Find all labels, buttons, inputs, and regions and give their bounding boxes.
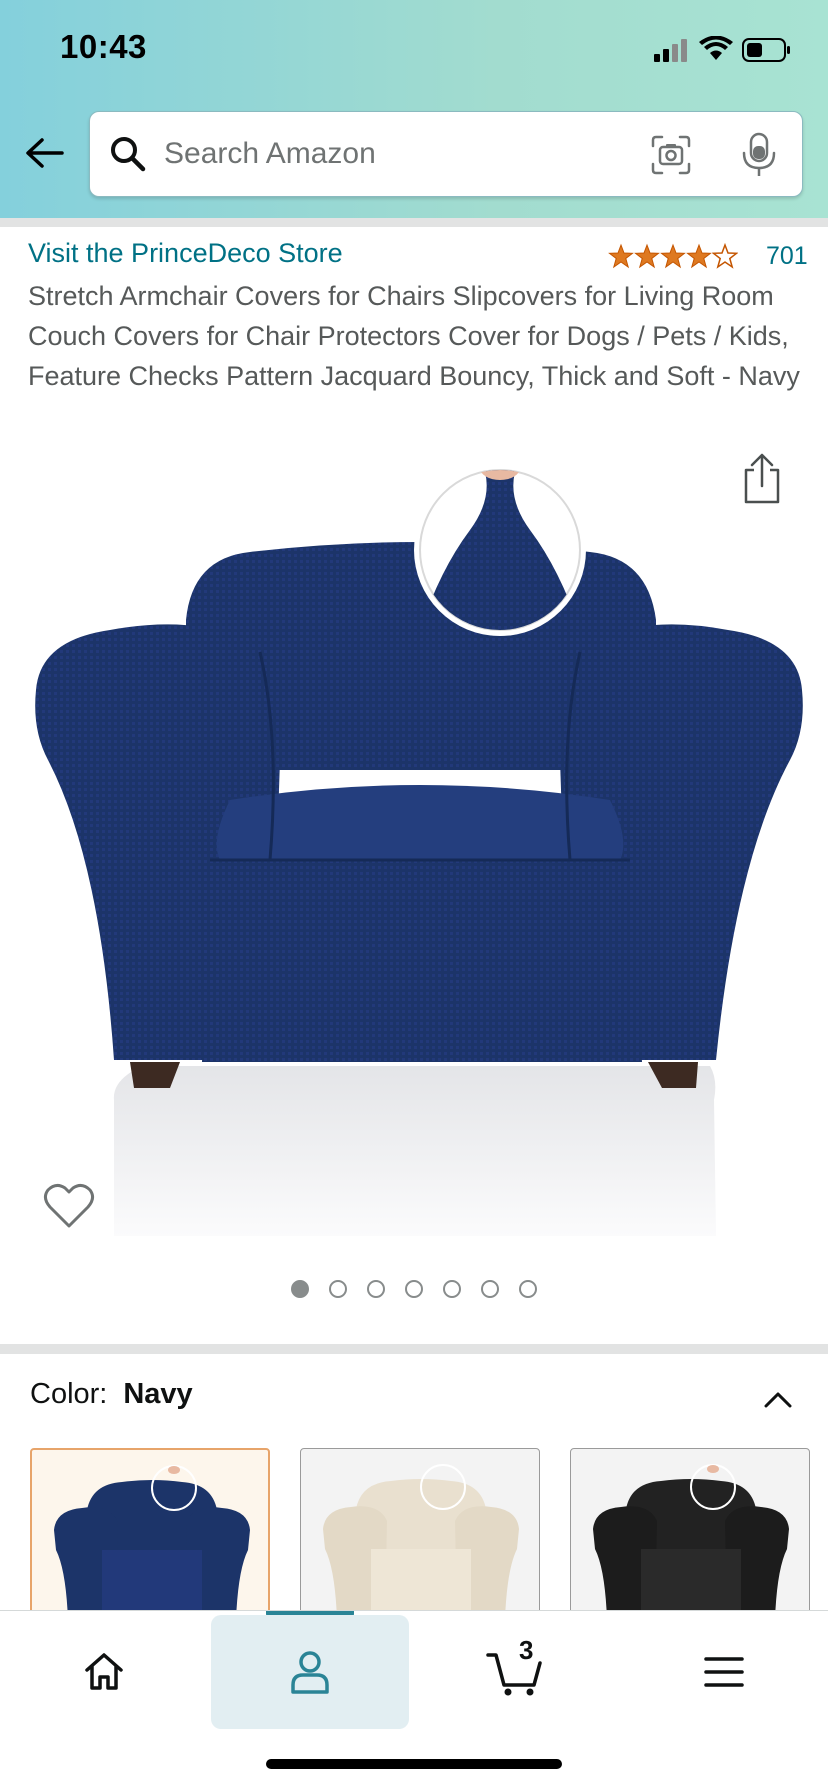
star-full-icon (660, 243, 686, 269)
status-bar: 10:43 (0, 0, 828, 100)
heart-icon[interactable] (42, 1180, 96, 1232)
cellular-signal-icon (654, 39, 687, 62)
search-input[interactable] (164, 130, 624, 178)
product-image-carousel[interactable] (0, 440, 828, 1260)
share-icon[interactable] (740, 452, 784, 506)
rating-count[interactable]: 701 (766, 242, 808, 271)
nav-cart[interactable]: 3 (417, 1615, 615, 1729)
account-icon (291, 1651, 329, 1694)
nav-account[interactable] (211, 1615, 409, 1729)
nav-home[interactable] (5, 1615, 203, 1729)
status-time: 10:43 (60, 28, 147, 65)
color-selector-header[interactable]: Color: Navy (30, 1378, 800, 1422)
home-icon (85, 1653, 123, 1690)
carousel-pagination (0, 1280, 828, 1302)
chevron-up-icon[interactable] (756, 1378, 800, 1422)
carousel-dot[interactable] (481, 1280, 499, 1298)
search-box[interactable] (89, 111, 803, 197)
nav-menu[interactable] (625, 1615, 823, 1729)
swatch-image-navy (54, 1465, 250, 1610)
color-swatch-cream[interactable] (300, 1448, 540, 1610)
home-indicator[interactable] (266, 1759, 562, 1769)
swatch-image-cream (323, 1464, 519, 1610)
header-divider (0, 218, 828, 227)
battery-icon (742, 38, 790, 62)
star-full-icon (634, 243, 660, 269)
search-icon (111, 137, 146, 172)
hamburger-menu-icon (704, 1657, 744, 1687)
star-rating (608, 243, 738, 269)
color-label: Color: (30, 1378, 108, 1410)
microphone-icon[interactable] (739, 132, 779, 178)
color-swatch-black[interactable] (570, 1448, 810, 1610)
selected-color-value: Navy (123, 1378, 193, 1410)
color-swatches (30, 1448, 810, 1610)
carousel-dot[interactable] (329, 1280, 347, 1298)
product-rating[interactable]: 701 (608, 240, 808, 272)
cart-count-badge: 3 (519, 1635, 534, 1665)
carousel-dot[interactable] (519, 1280, 537, 1298)
wifi-icon (699, 36, 733, 60)
star-full-icon (686, 243, 712, 269)
star-full-icon (608, 243, 634, 269)
carousel-dot[interactable] (405, 1280, 423, 1298)
carousel-dot[interactable] (367, 1280, 385, 1298)
carousel-dot[interactable] (443, 1280, 461, 1298)
search-row (0, 108, 828, 200)
back-arrow-icon[interactable] (22, 130, 68, 176)
app-header: 10:43 (0, 0, 828, 218)
swatch-image-black (593, 1464, 789, 1610)
product-title: Stretch Armchair Covers for Chairs Slipc… (28, 281, 800, 391)
section-divider (0, 1344, 828, 1354)
camera-scan-icon[interactable] (650, 134, 692, 176)
carousel-dot[interactable] (291, 1280, 309, 1298)
color-swatch-navy[interactable] (30, 1448, 270, 1610)
product-image-armchair[interactable] (30, 440, 810, 1240)
star-empty-icon (712, 243, 738, 269)
store-link[interactable]: Visit the PrinceDeco Store (28, 238, 343, 269)
cart-icon (486, 1653, 542, 1696)
